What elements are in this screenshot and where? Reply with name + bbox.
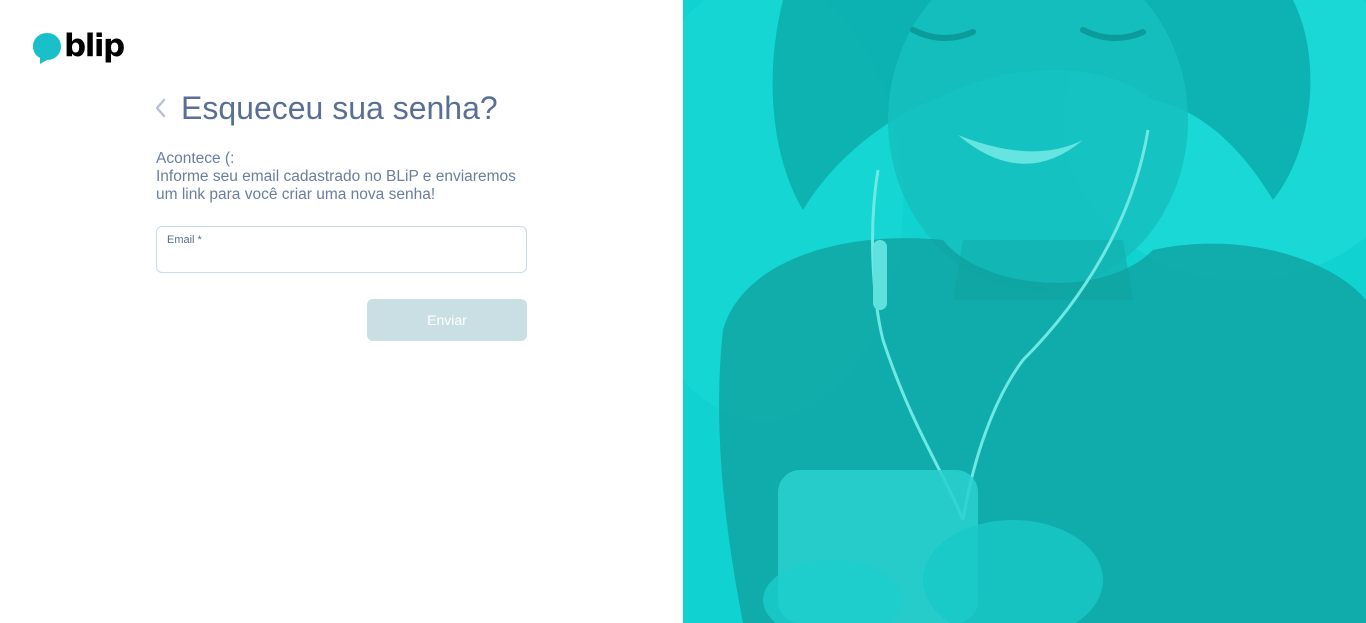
email-input[interactable] <box>167 249 515 267</box>
email-field[interactable]: Email * <box>156 226 527 273</box>
brand-logo: blip <box>32 27 125 66</box>
brand-wordmark: blip <box>64 27 125 64</box>
chevron-left-icon[interactable] <box>153 97 169 119</box>
chat-bubble-icon <box>32 31 62 65</box>
heading-row: Esqueceu sua senha? <box>153 88 498 128</box>
description-text: Acontece (: Informe seu email cadastrado… <box>156 150 536 204</box>
hero-image <box>683 0 1366 623</box>
hero-illustration <box>683 0 1366 623</box>
page-title: Esqueceu sua senha? <box>181 90 498 126</box>
forgot-password-page: blip Esqueceu sua senha? Acontece (: Inf… <box>0 0 1366 623</box>
email-label: Email * <box>167 234 202 246</box>
submit-button[interactable]: Enviar <box>367 299 527 341</box>
description-line: Acontece (: <box>156 150 235 167</box>
description-line: Informe seu email cadastrado no BLiP e e… <box>156 168 516 185</box>
description-line: um link para você criar uma nova senha! <box>156 186 436 203</box>
form-panel: blip Esqueceu sua senha? Acontece (: Inf… <box>0 0 683 623</box>
